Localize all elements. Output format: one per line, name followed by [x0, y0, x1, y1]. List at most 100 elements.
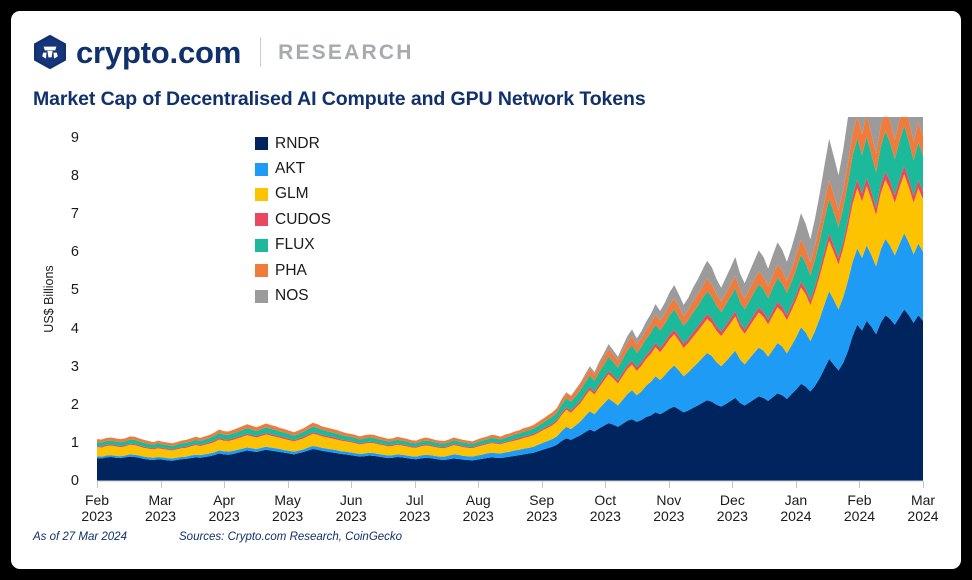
legend-item-glm[interactable]: GLM: [255, 182, 331, 207]
y-tick-label: 8: [70, 168, 79, 185]
y-tick-label: 2: [70, 396, 79, 413]
crypto-com-hexagon-logo-icon: [33, 34, 67, 70]
y-tick-label: 9: [70, 130, 79, 146]
x-tick-month: Jan: [784, 492, 808, 508]
legend-label: CUDOS: [275, 210, 331, 228]
y-tick-label: 4: [70, 320, 79, 337]
y-tick-label: 5: [70, 282, 79, 299]
x-tick-mark: [605, 481, 607, 488]
chart-legend: RNDR AKT GLM CUDOS FLUX PHA NOS: [255, 131, 331, 309]
legend-item-flux[interactable]: FLUX: [255, 233, 331, 258]
x-tick-month: Mar: [910, 492, 936, 508]
x-tick-mark: [795, 481, 797, 488]
x-tick-year: 2023: [462, 508, 494, 524]
x-tick-label: Jan 2024: [780, 492, 811, 524]
x-tick-month: Aug: [465, 492, 491, 508]
x-tick-year: 2023: [716, 508, 748, 524]
chart-container: US$ Billions 0123456789 RNDR AKT GLM CUDOS F…: [11, 117, 961, 524]
x-tick-label: Mar 2023: [145, 492, 176, 524]
x-tick-mark: [668, 481, 670, 488]
legend-label: NOS: [275, 287, 309, 305]
x-tick-year: 2023: [589, 508, 621, 524]
legend-item-nos[interactable]: NOS: [255, 283, 331, 308]
report-card: crypto.com RESEARCH Market Cap of Decent…: [11, 11, 961, 569]
legend-swatch-cudos: [255, 213, 268, 227]
sources-note: Sources: Crypto.com Research, CoinGecko: [179, 531, 403, 543]
x-tick-month: Jun: [339, 492, 363, 508]
x-tick-label: Jul 2023: [399, 492, 430, 524]
x-tick-month: Nov: [656, 492, 682, 508]
x-tick-month: May: [274, 492, 301, 508]
legend-swatch-pha: [255, 264, 268, 278]
as-of-date: As of 27 Mar 2024: [33, 531, 127, 543]
header-divider: [260, 37, 262, 67]
x-tick-year: 2023: [399, 508, 431, 524]
x-tick-month: Mar: [148, 492, 173, 508]
legend-item-pha[interactable]: PHA: [255, 258, 331, 283]
legend-swatch-flux: [255, 238, 268, 252]
x-tick-year: 2023: [272, 508, 304, 524]
y-tick-label: 3: [70, 358, 79, 375]
x-tick-label: May 2023: [272, 492, 303, 524]
x-tick-year: 2023: [653, 508, 685, 524]
x-tick-mark: [859, 481, 861, 488]
x-tick-mark: [160, 481, 162, 488]
plot-area: RNDR AKT GLM CUDOS FLUX PHA NOS: [97, 117, 923, 517]
x-tick-label: Oct 2023: [590, 492, 621, 524]
x-tick-mark: [478, 481, 480, 488]
x-tick-mark: [414, 481, 416, 488]
x-tick-mark: [732, 481, 734, 488]
x-tick-label: Aug 2023: [463, 492, 494, 524]
x-tick-label: Dec 2023: [717, 492, 748, 524]
x-tick-mark: [224, 481, 226, 488]
x-tick-year: 2023: [335, 508, 367, 524]
y-tick-label: 0: [70, 473, 79, 489]
x-tick-year: 2023: [526, 508, 558, 524]
legend-swatch-nos: [255, 289, 268, 303]
legend-label: RNDR: [275, 134, 320, 152]
x-tick-label: Feb 2023: [81, 492, 112, 524]
x-tick-label: Jun 2023: [336, 492, 367, 524]
legend-label: GLM: [275, 185, 309, 203]
x-tick-year: 2024: [780, 508, 812, 524]
legend-item-rndr[interactable]: RNDR: [255, 131, 331, 156]
x-tick-label: Feb 2024: [844, 492, 875, 524]
x-tick-year: 2023: [81, 508, 113, 524]
x-tick-label: Apr 2023: [208, 492, 239, 524]
x-tick-mark: [923, 481, 924, 488]
x-tick-month: Dec: [719, 492, 745, 508]
x-tick-year: 2023: [208, 508, 240, 524]
legend-swatch-akt: [255, 162, 268, 176]
x-tick-year: 2023: [144, 508, 177, 524]
chart-footer: As of 27 Mar 2024 Sources: Crypto.com Re…: [33, 531, 402, 543]
x-tick-mark: [541, 481, 543, 488]
y-tick-label: 1: [70, 434, 79, 451]
x-tick-month: Feb: [84, 492, 110, 508]
brand-header: crypto.com RESEARCH: [33, 29, 414, 75]
y-axis-ticks: 0 1 2 3 4 5 6 7 8 9: [53, 117, 79, 517]
legend-label: AKT: [275, 160, 306, 178]
x-tick-label: Sep 2023: [526, 492, 557, 524]
page-title: Market Cap of Decentralised AI Compute a…: [33, 88, 646, 110]
research-label: RESEARCH: [278, 40, 414, 64]
x-tick-mark: [287, 481, 289, 488]
x-tick-month: Sep: [529, 492, 555, 508]
x-tick-label: Mar 2024: [907, 492, 938, 524]
x-tick-month: Jul: [405, 492, 424, 508]
brand-wordmark: crypto.com: [76, 34, 242, 70]
legend-label: PHA: [275, 261, 307, 279]
legend-swatch-rndr: [255, 137, 268, 151]
x-tick-mark: [97, 481, 98, 488]
x-tick-year: 2024: [843, 508, 876, 524]
legend-label: FLUX: [275, 236, 315, 254]
legend-item-akt[interactable]: AKT: [255, 156, 331, 181]
y-tick-label: 7: [70, 206, 79, 223]
y-tick-label: 6: [70, 244, 79, 261]
x-tick-month: Feb: [847, 492, 872, 508]
x-tick-month: Apr: [213, 492, 235, 508]
legend-item-cudos[interactable]: CUDOS: [255, 207, 331, 232]
x-tick-year: 2024: [907, 508, 939, 524]
legend-swatch-glm: [255, 187, 268, 201]
x-tick-mark: [351, 481, 353, 488]
x-tick-label: Nov 2023: [653, 492, 684, 524]
